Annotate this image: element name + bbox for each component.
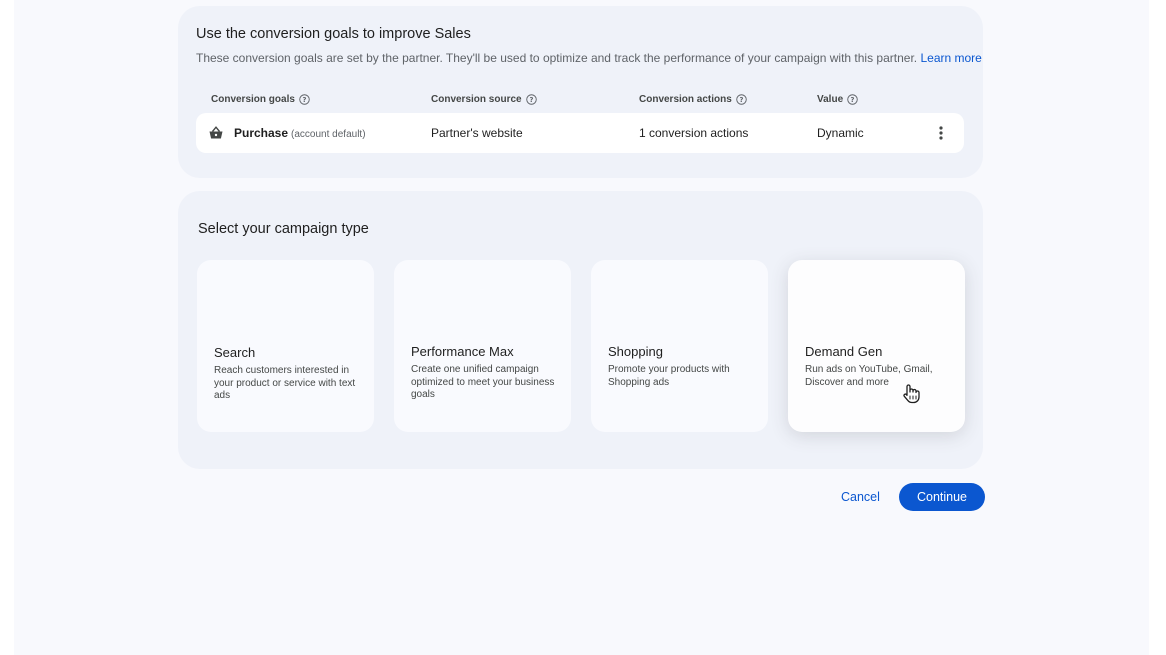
help-icon[interactable]: ? xyxy=(847,94,858,105)
tile-name: Demand Gen xyxy=(805,344,883,359)
tile-description: Run ads on YouTube, Gmail, Discover and … xyxy=(805,364,933,388)
goal-cell: Purchase (account default) xyxy=(234,126,366,140)
header-actions-label: Conversion actions xyxy=(639,94,732,105)
table-row: Purchase (account default) Partner's webs… xyxy=(196,113,964,153)
goals-title: Use the conversion goals to improve Sale… xyxy=(196,26,471,42)
header-value: Value ? xyxy=(817,94,858,105)
conversion-goals-card: Use the conversion goals to improve Sale… xyxy=(178,6,983,178)
learn-more-link[interactable]: Learn more xyxy=(920,51,981,65)
tile-description: Promote your products with Shopping ads xyxy=(608,364,730,388)
tile-name: Search xyxy=(214,345,256,360)
campaign-tile-demand-gen[interactable]: Demand Gen Run ads on YouTube, Gmail, Di… xyxy=(788,260,965,432)
tile-name: Shopping xyxy=(608,344,663,359)
tile-name: Performance Max xyxy=(411,344,514,359)
svg-text:?: ? xyxy=(529,96,533,104)
campaign-tile-shopping[interactable]: Shopping Promote your products with Shop… xyxy=(591,260,768,432)
continue-button[interactable]: Continue xyxy=(899,483,985,511)
help-icon[interactable]: ? xyxy=(525,94,537,105)
more-vert-icon[interactable] xyxy=(932,124,950,142)
goal-name: Purchase xyxy=(234,126,289,140)
svg-text:?: ? xyxy=(739,96,743,104)
header-source-label: Conversion source xyxy=(431,94,522,105)
svg-text:?: ? xyxy=(851,96,855,104)
value-cell: Dynamic xyxy=(817,126,864,140)
shopping-basket-icon xyxy=(209,126,223,139)
help-icon[interactable]: ? xyxy=(299,94,310,105)
campaign-tile-performance-max[interactable]: Performance Max Create one unified campa… xyxy=(394,260,571,432)
tile-description: Reach customers interested in your produ… xyxy=(214,365,356,401)
goals-description: These conversion goals are set by the pa… xyxy=(196,51,982,65)
campaign-tile-search[interactable]: Search Reach customers interested in you… xyxy=(197,260,374,432)
source-cell: Partner's website xyxy=(431,126,523,140)
cancel-button[interactable]: Cancel xyxy=(833,485,888,509)
header-conversion-source: Conversion source ? xyxy=(431,94,537,105)
goals-description-text: These conversion goals are set by the pa… xyxy=(196,51,918,65)
campaign-type-card: Select your campaign type Search Reach c… xyxy=(178,191,983,469)
header-value-label: Value xyxy=(817,94,844,105)
header-conversion-actions: Conversion actions ? xyxy=(639,94,747,105)
header-goals-label: Conversion goals xyxy=(211,94,295,105)
goal-note: (account default) xyxy=(291,129,366,140)
hand-pointer-cursor-icon xyxy=(903,384,920,404)
help-icon[interactable]: ? xyxy=(736,94,747,105)
svg-text:?: ? xyxy=(302,96,306,104)
tile-description: Create one unified campaign optimized to… xyxy=(411,364,555,400)
actions-cell: 1 conversion actions xyxy=(639,126,749,140)
campaign-type-title: Select your campaign type xyxy=(198,221,369,237)
header-conversion-goals: Conversion goals ? xyxy=(211,94,310,105)
